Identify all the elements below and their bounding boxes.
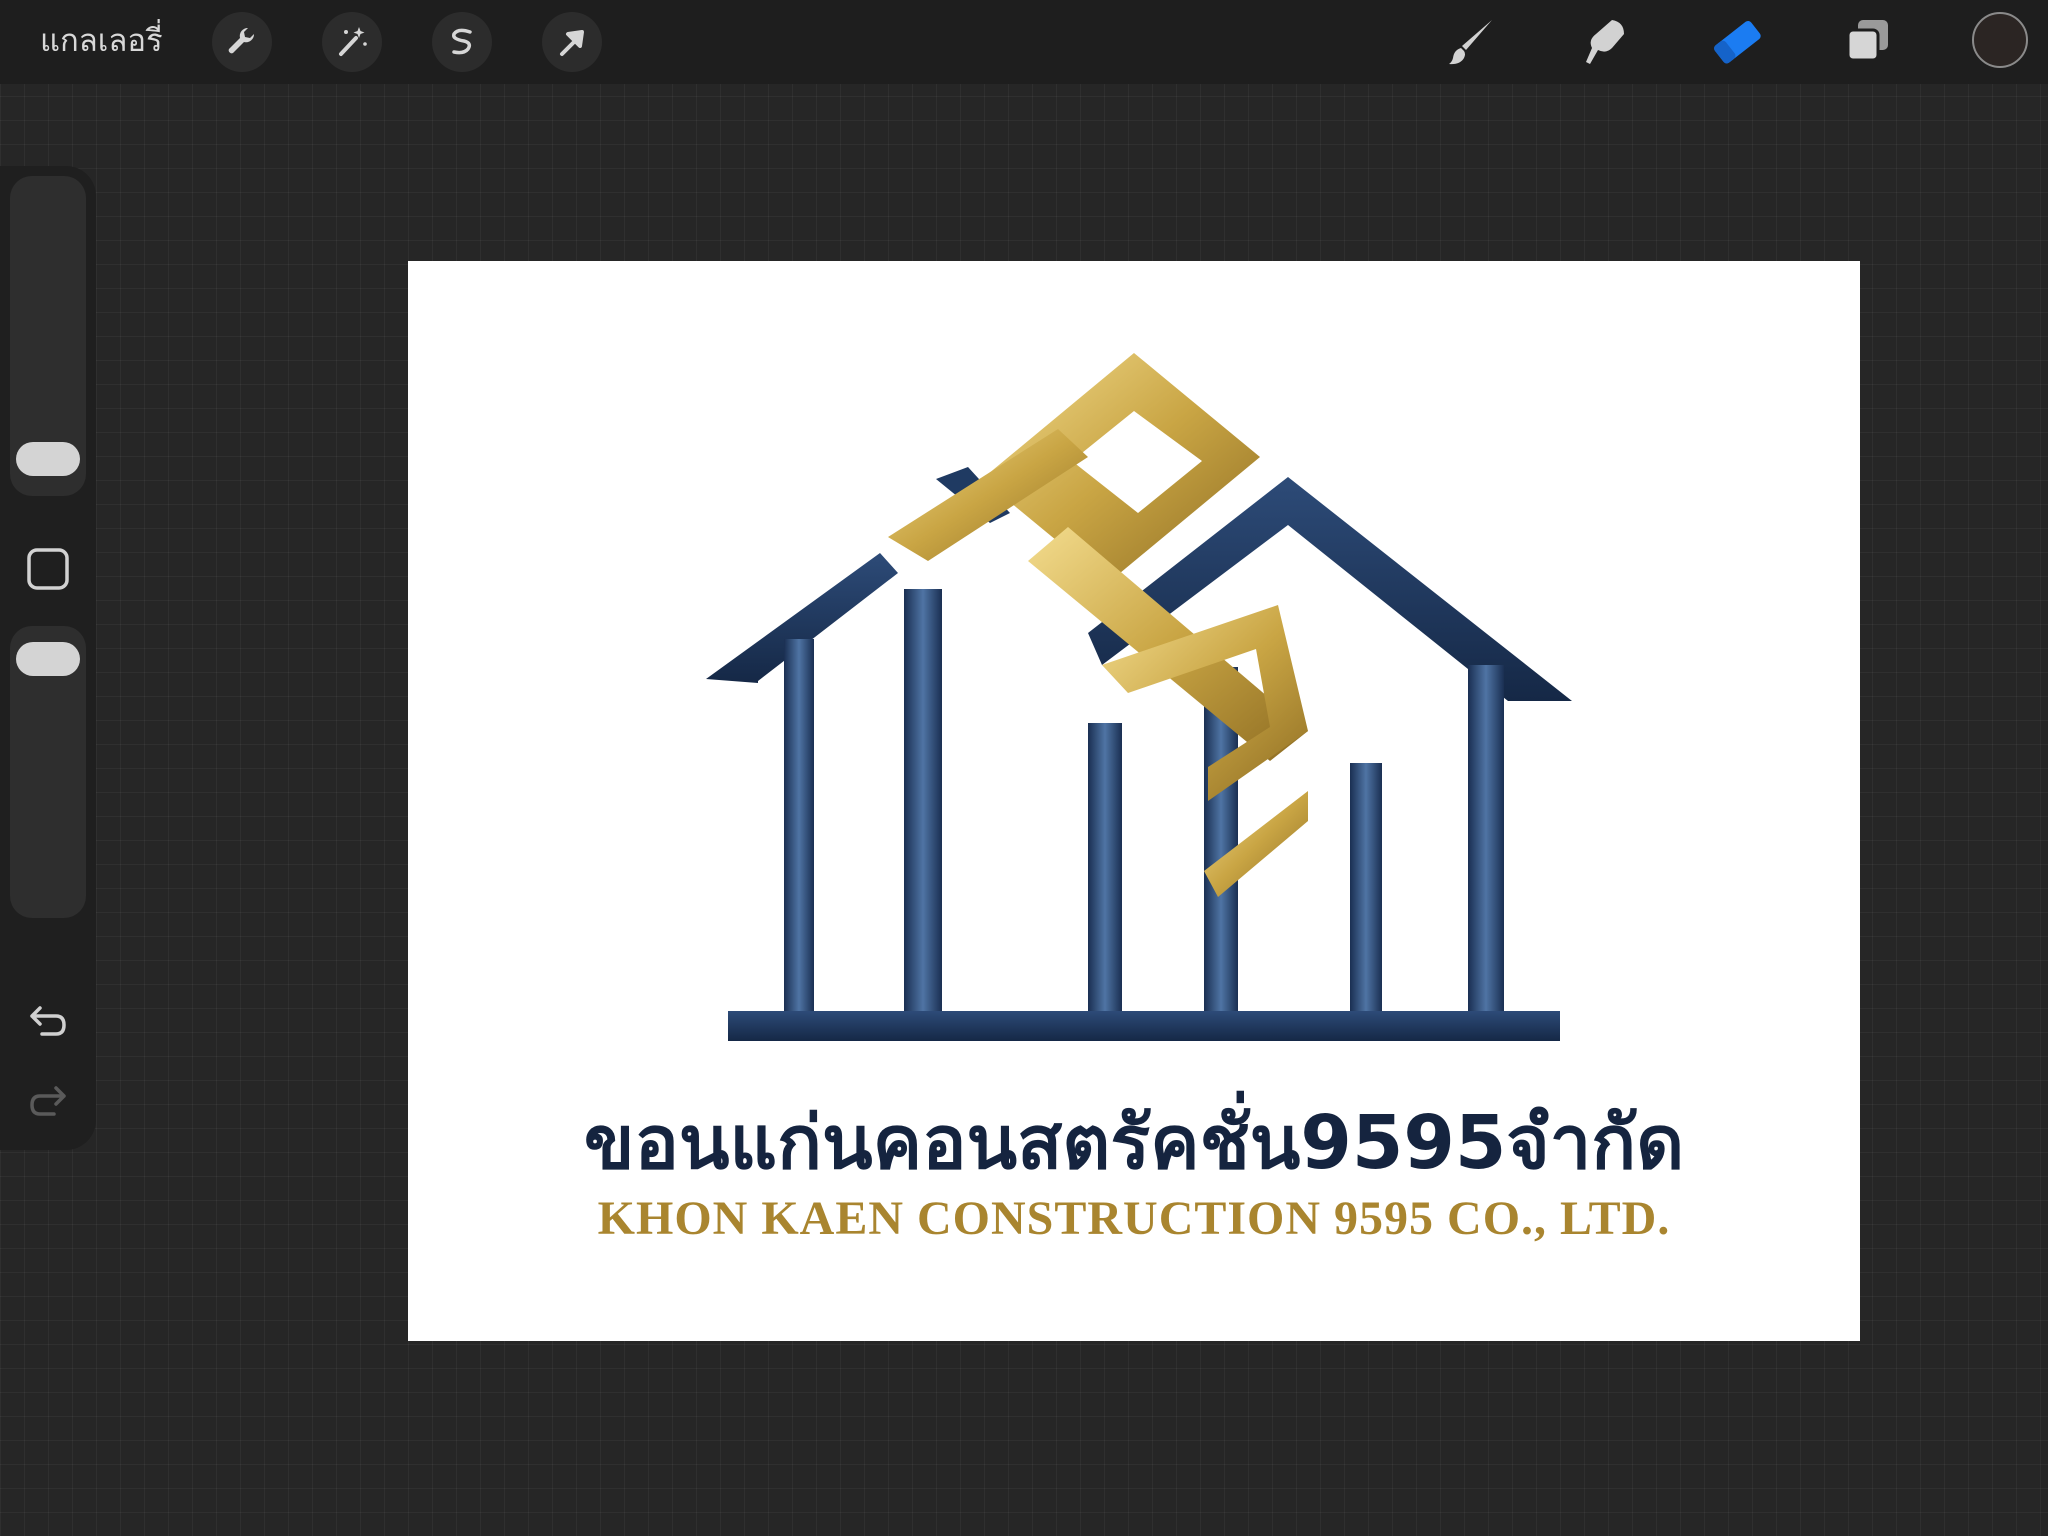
opacity-slider[interactable]	[10, 626, 86, 918]
modify-square-icon	[27, 548, 69, 590]
smudge-icon	[1586, 20, 1624, 64]
undo-button[interactable]	[22, 994, 74, 1046]
gallery-button[interactable]: แกลเลอรี่	[40, 18, 163, 64]
company-logo-mark	[706, 353, 1572, 1041]
selection-icon	[451, 28, 472, 55]
logo-base	[728, 1011, 1560, 1041]
opacity-thumb[interactable]	[16, 642, 80, 676]
magic-wand-icon	[339, 27, 367, 56]
adjustments-button[interactable]	[322, 12, 382, 72]
wrench-icon	[228, 27, 255, 54]
logo-column-2	[904, 589, 942, 1011]
selection-button[interactable]	[432, 12, 492, 72]
transform-arrow-icon	[560, 30, 584, 56]
actions-button[interactable]	[212, 12, 272, 72]
brush-icon	[1449, 20, 1492, 65]
drawing-canvas[interactable]: ขอนแก่นคอนสตรัคชั่น9595จำกัด KHON KAEN C…	[408, 261, 1860, 1341]
brush-size-slider[interactable]	[10, 176, 86, 496]
brush-button[interactable]	[1440, 10, 1504, 74]
layers-icon	[1846, 20, 1888, 62]
left-sidebar	[0, 166, 96, 1150]
color-picker-button[interactable]	[1972, 12, 2028, 68]
transform-button[interactable]	[542, 12, 602, 72]
logo-column-6	[1468, 665, 1504, 1011]
eraser-button[interactable]	[1704, 10, 1768, 74]
logo-column-3	[1088, 723, 1122, 1011]
brush-size-thumb[interactable]	[16, 442, 80, 476]
smudge-button[interactable]	[1572, 10, 1636, 74]
top-toolbar: แกลเลอรี่	[0, 0, 2048, 84]
undo-icon	[30, 1006, 66, 1036]
redo-button[interactable]	[22, 1074, 74, 1126]
eraser-icon	[1714, 20, 1761, 64]
logo-column-1	[784, 639, 814, 1011]
company-name-thai: ขอนแก่นคอนสตรัคชั่น9595จำกัด	[583, 1100, 1685, 1186]
layers-button[interactable]	[1836, 10, 1900, 74]
logo-column-5	[1350, 763, 1382, 1011]
redo-icon	[30, 1086, 66, 1116]
company-name-english: KHON KAEN CONSTRUCTION 9595 CO., LTD.	[597, 1192, 1671, 1245]
modify-button[interactable]	[25, 546, 71, 592]
